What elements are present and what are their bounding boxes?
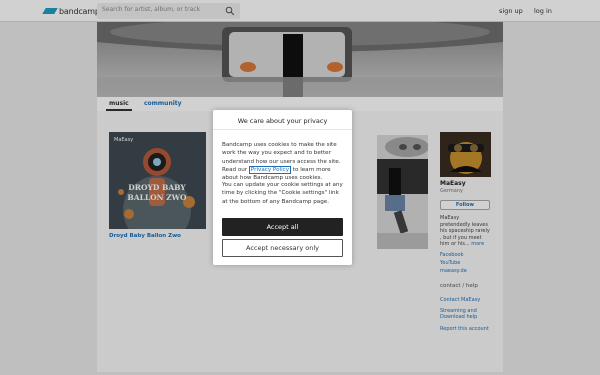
cookie-explanation-text: Bandcamp uses cookies to make the site w… (222, 141, 346, 182)
accept-necessary-button[interactable]: Accept necessary only (222, 239, 343, 257)
accept-all-button[interactable]: Accept all (222, 218, 343, 236)
privacy-policy-link[interactable]: Privacy Policy (248, 165, 292, 174)
cookie-settings-text: You can update your cookie settings at a… (222, 182, 343, 205)
dialog-title: We care about your privacy (237, 117, 328, 125)
dialog-divider (213, 129, 352, 130)
cookie-consent-dialog: We care about your privacy Bandcamp uses… (213, 110, 352, 265)
